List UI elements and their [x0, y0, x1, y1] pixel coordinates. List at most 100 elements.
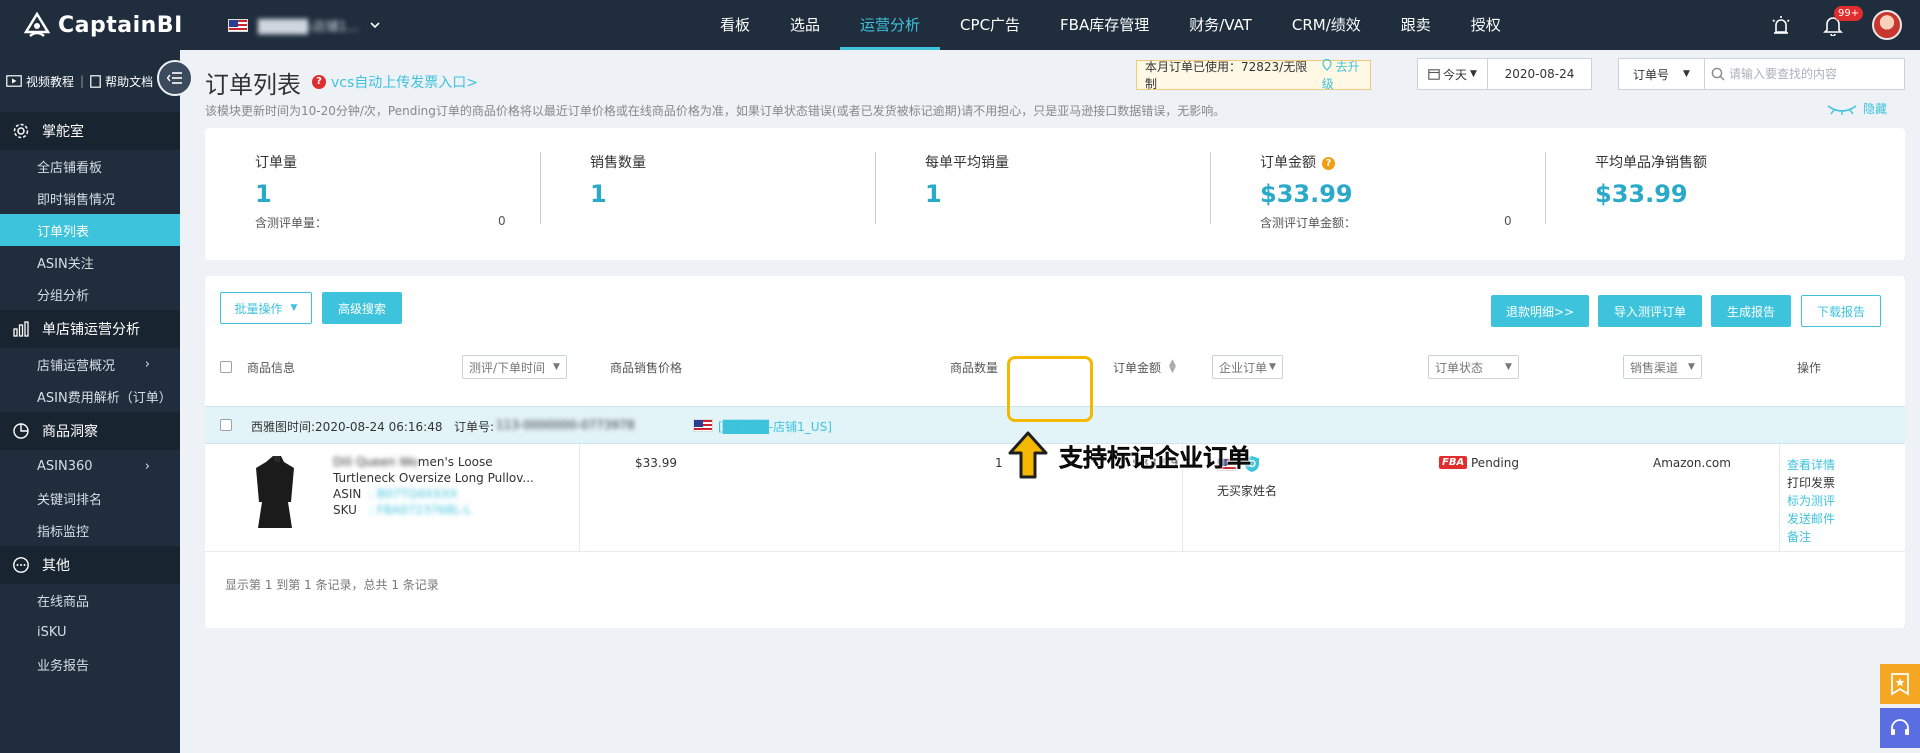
- bookmark-float-button[interactable]: [1880, 664, 1920, 704]
- column-product: 商品信息: [247, 360, 296, 375]
- alarm-light-icon[interactable]: [1768, 12, 1794, 38]
- batch-operation-button[interactable]: 批量操作 ▼: [220, 292, 312, 324]
- column-qty: 商品数量: [950, 360, 999, 375]
- select-all-checkbox[interactable]: [220, 346, 232, 388]
- date-range-select[interactable]: 今天 ▼: [1418, 59, 1488, 89]
- filter-label: 销售渠道: [1630, 360, 1679, 375]
- sidebar-item-online-products[interactable]: 在线商品: [0, 584, 180, 616]
- user-avatar[interactable]: [1872, 10, 1902, 40]
- asin-value[interactable]: : B07TQ4XXXX: [369, 487, 458, 501]
- sidebar-item-keyword-rank[interactable]: 关键词排名: [0, 482, 180, 514]
- video-tutorial-link[interactable]: 视频教程: [26, 73, 74, 90]
- sidebar-item-asin-fee[interactable]: ASIN费用解析（订单）: [0, 380, 180, 412]
- sidebar-item-all-stores[interactable]: 全店铺看板: [0, 150, 180, 182]
- divider: [579, 444, 580, 552]
- caret-down-icon: ▼: [1505, 362, 1512, 372]
- vcs-link-label: vcs自动上传发票入口>: [331, 75, 479, 91]
- product-title[interactable]: Dili Queen Women's Loose: [333, 454, 534, 470]
- sidebar-item-realtime-sales[interactable]: 即时销售情况: [0, 182, 180, 214]
- store-switcher[interactable]: █████-店铺1...: [228, 14, 381, 36]
- nav-finance-vat[interactable]: 财务/VAT: [1169, 0, 1272, 50]
- column-status-filter[interactable]: 订单状态 ▼: [1428, 346, 1519, 388]
- divider: [1210, 152, 1211, 224]
- asin-label: ASIN: [333, 487, 362, 501]
- bookmark-star-icon: [1891, 673, 1909, 696]
- product-price: $33.99: [635, 456, 677, 470]
- generate-report-button[interactable]: 生成报告: [1711, 295, 1791, 327]
- print-invoice-link[interactable]: 打印发票: [1787, 474, 1835, 492]
- order-store-link[interactable]: [█████-店铺1_US]: [718, 418, 832, 435]
- sidebar-group-helm[interactable]: 掌舵室: [0, 112, 180, 150]
- search-input[interactable]: [1725, 67, 1904, 81]
- nav-follow-sell[interactable]: 跟卖: [1381, 0, 1451, 50]
- nav-crm[interactable]: CRM/绩效: [1272, 0, 1381, 50]
- summary-stats: 订单量 1 含测评单量： 0 销售数量 1 每单平均销量 1 订单金额? $33…: [205, 128, 1905, 260]
- note-link[interactable]: 备注: [1787, 528, 1835, 546]
- filter-label: 企业订单: [1219, 360, 1268, 375]
- sidebar-item-business-report[interactable]: 业务报告: [0, 648, 180, 680]
- button-label: 批量操作: [234, 301, 283, 316]
- sidebar-item-store-overview[interactable]: 店铺运营概况 ›: [0, 348, 180, 380]
- stat-sales-qty: 销售数量 1: [590, 128, 910, 260]
- nav-authorize[interactable]: 授权: [1451, 0, 1521, 50]
- sidebar-item-isku[interactable]: iSKU: [0, 616, 180, 648]
- import-review-orders-button[interactable]: 导入测评订单: [1598, 295, 1702, 327]
- sales-channel: Amazon.com: [1653, 456, 1731, 470]
- column-review-filter[interactable]: 测评/下单时间 ▼: [462, 346, 567, 388]
- help-icon[interactable]: ?: [1322, 157, 1335, 170]
- hide-notice-link[interactable]: 隐藏: [1825, 100, 1887, 117]
- sku-value[interactable]: : FBA0723768L-L: [369, 503, 471, 517]
- search-field-select[interactable]: 订单号 ▼: [1619, 59, 1705, 89]
- column-channel-filter[interactable]: 销售渠道 ▼: [1623, 346, 1702, 388]
- nav-selection[interactable]: 选品: [770, 0, 840, 50]
- product-title-line2[interactable]: Turtleneck Oversize Long Pullov...: [333, 470, 534, 486]
- document-icon: [90, 74, 101, 88]
- sidebar-group-other[interactable]: 其他: [0, 546, 180, 584]
- sidebar-item-order-list[interactable]: 订单列表: [0, 214, 180, 246]
- send-email-link[interactable]: 发送邮件: [1787, 510, 1835, 528]
- stat-label: 订单量: [255, 155, 297, 171]
- sidebar-collapse-button[interactable]: [157, 60, 193, 96]
- sidebar-item-asin-watch[interactable]: ASIN关注: [0, 246, 180, 278]
- view-details-link[interactable]: 查看详情: [1787, 456, 1835, 474]
- sidebar-group-store-ops[interactable]: 单店铺运营分析: [0, 310, 180, 348]
- date-picker[interactable]: 今天 ▼ 2020-08-24: [1417, 58, 1592, 90]
- download-report-button[interactable]: 下载报告: [1801, 295, 1881, 327]
- pagination-info: 显示第 1 到第 1 条记录，总共 1 条记录: [225, 578, 439, 592]
- product-thumbnail[interactable]: [253, 454, 301, 532]
- nav-cpc-ads[interactable]: CPC广告: [940, 0, 1040, 50]
- sidebar: 视频教程 | 帮助文档 掌舵室 全店铺看板 即时销售情况 订单列表 ASIN关注…: [0, 50, 193, 753]
- stat-value: 1: [925, 180, 942, 208]
- upgrade-link[interactable]: 去升级: [1322, 58, 1370, 92]
- nav-fba-inventory[interactable]: FBA库存管理: [1040, 0, 1169, 50]
- divider: [1779, 444, 1780, 552]
- bell-icon[interactable]: 99+: [1820, 6, 1864, 38]
- column-amount[interactable]: 订单金额 ▲ ▼: [1113, 346, 1176, 388]
- stat-avg-net-sales: 平均单品净销售额 $33.99: [1595, 128, 1915, 260]
- selected-date[interactable]: 2020-08-24: [1488, 67, 1591, 81]
- search-field-label: 订单号: [1633, 67, 1670, 82]
- mark-review-link[interactable]: 标为测评: [1787, 492, 1835, 510]
- help-doc-link[interactable]: 帮助文档: [105, 73, 153, 90]
- sidebar-item-metric-monitor[interactable]: 指标监控: [0, 514, 180, 546]
- product-qty: 1: [995, 456, 1003, 470]
- more-circle-icon: [13, 557, 29, 573]
- nav-operations-analysis[interactable]: 运营分析: [840, 0, 941, 50]
- sidebar-item-asin360[interactable]: ASIN360 ›: [0, 450, 180, 482]
- refund-detail-button[interactable]: 退款明细>>: [1491, 295, 1589, 327]
- vcs-invoice-link[interactable]: ? vcs自动上传发票入口>: [312, 72, 478, 92]
- chevron-right-icon: ›: [144, 458, 150, 474]
- caret-down-icon: ▼: [1688, 362, 1695, 372]
- stat-label: 平均单品净销售额: [1595, 155, 1707, 171]
- advanced-search-button[interactable]: 高级搜索: [322, 292, 402, 324]
- product-info: Dili Queen Women's Loose Turtleneck Over…: [333, 454, 534, 518]
- nav-dashboard[interactable]: 看板: [700, 0, 770, 50]
- sidebar-group-product-insight[interactable]: 商品洞察: [0, 412, 180, 450]
- column-business-filter[interactable]: 企业订单 ▼: [1212, 346, 1283, 388]
- sidebar-item-group-analysis[interactable]: 分组分析: [0, 278, 180, 310]
- stat-sub-value: 0: [498, 214, 506, 228]
- support-float-button[interactable]: [1880, 708, 1920, 748]
- order-checkbox[interactable]: [220, 419, 232, 431]
- stat-label-wrap: 订单金额?: [1260, 152, 1335, 172]
- brand-logo[interactable]: CaptainBI: [22, 10, 183, 40]
